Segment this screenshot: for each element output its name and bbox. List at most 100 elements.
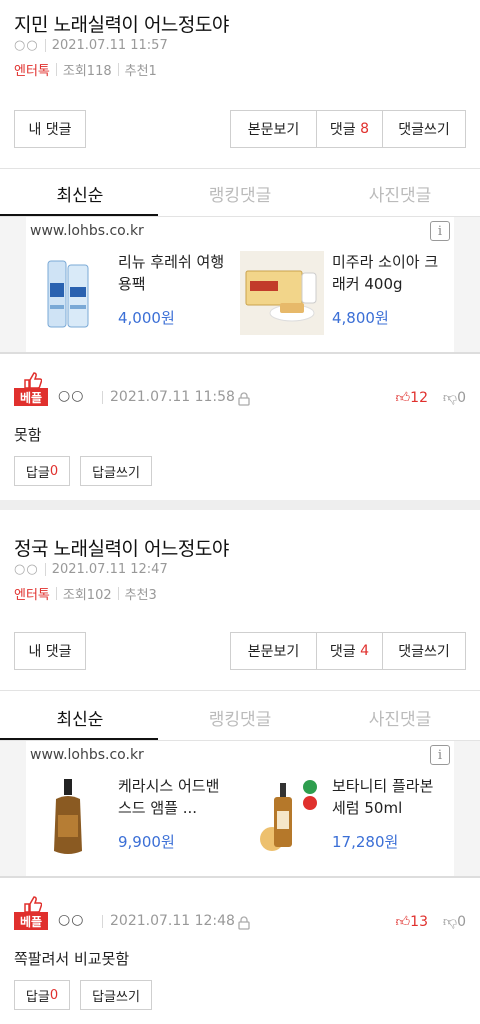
post-views: 조회118 — [62, 64, 112, 79]
like-icon: 👍︎ — [395, 390, 411, 406]
comments-button[interactable]: 댓글 4 — [317, 633, 383, 669]
ad-banner[interactable]: www.lohbs.co.kr i 케라시스 어드밴스드 앰플 ... 9,90… — [26, 741, 454, 877]
post-category[interactable]: 엔터톡 — [14, 584, 50, 603]
dislike-button[interactable]: 👎︎0 — [443, 389, 466, 406]
write-reply-button[interactable]: 답글쓰기 — [80, 456, 152, 486]
product-image[interactable] — [26, 251, 110, 335]
divider — [44, 39, 46, 52]
like-button[interactable]: 👍︎13 — [396, 913, 428, 930]
reply-label: 답글 — [25, 465, 50, 481]
post-date: 2021.07.11 12:47 — [51, 562, 168, 577]
comments-count: 4 — [360, 643, 370, 659]
divider — [0, 876, 480, 878]
write-comment-button[interactable]: 댓글쓰기 — [383, 111, 465, 147]
product-image[interactable] — [240, 775, 324, 859]
divider — [0, 352, 480, 354]
post-title: 정국 노래실력이 어느정도야 — [14, 538, 229, 560]
divider — [117, 63, 119, 76]
divider — [0, 690, 480, 691]
dislike-icon: 👎︎ — [442, 914, 458, 930]
product-name[interactable]: 케라시스 어드밴스드 앰플 ... — [118, 775, 228, 819]
product-name[interactable]: 리뉴 후레쉬 여행용팩 — [118, 251, 228, 295]
reply-label: 답글 — [25, 989, 50, 1005]
comment-text: 못함 — [14, 426, 42, 444]
post-views: 조회102 — [62, 588, 112, 603]
divider — [55, 63, 57, 76]
reply-count: 0 — [49, 987, 59, 1003]
comment-author: ○○ — [58, 912, 85, 928]
best-comment-badge: 베플 — [14, 388, 48, 406]
ad-item[interactable]: 케라시스 어드밴스드 앰플 ... 9,900원 — [26, 775, 236, 867]
product-name[interactable]: 보타니티 플라본 세럼 50ml — [332, 775, 442, 819]
divider — [102, 915, 103, 928]
comment-date: 2021.07.11 12:48 — [110, 913, 235, 929]
post-separator — [0, 500, 480, 510]
ad-info-icon[interactable]: i — [430, 221, 450, 241]
like-count: 12 — [410, 390, 428, 406]
like-count: 13 — [410, 914, 428, 930]
dislike-count: 0 — [457, 914, 466, 930]
tab-ranking[interactable]: 랭킹댓글 — [160, 693, 320, 741]
post-meta: ○○ 2021.07.11 11:57 — [14, 38, 168, 53]
write-reply-button[interactable]: 답글쓰기 — [80, 980, 152, 1010]
comment-actions: 본문보기 댓글 8 댓글쓰기 — [230, 110, 466, 148]
ad-info-icon[interactable]: i — [430, 745, 450, 765]
comment-actions: 본문보기 댓글 4 댓글쓰기 — [230, 632, 466, 670]
comment-sort-tabs: 최신순 랭킹댓글 사진댓글 — [0, 169, 480, 217]
tab-photo[interactable]: 사진댓글 — [320, 169, 480, 217]
dislike-icon: 👎︎ — [442, 390, 458, 406]
dislike-button[interactable]: 👎︎0 — [443, 913, 466, 930]
tab-ranking[interactable]: 랭킹댓글 — [160, 169, 320, 217]
comments-label: 댓글 — [329, 644, 356, 660]
divider — [117, 587, 119, 600]
ad-banner[interactable]: www.lohbs.co.kr i 리뉴 후레쉬 여행용팩 4,000원 미주라… — [26, 217, 454, 353]
ad-item[interactable]: 보타니티 플라본 세럼 50ml 17,280원 — [240, 775, 450, 867]
my-comment-button[interactable]: 내 댓글 — [14, 632, 86, 670]
product-name[interactable]: 미주라 소이아 크래커 400g — [332, 251, 442, 295]
comment-sort-tabs: 최신순 랭킹댓글 사진댓글 — [0, 693, 480, 741]
product-image[interactable] — [26, 775, 110, 859]
post-meta: ○○ 2021.07.11 12:47 — [14, 562, 168, 577]
lock-icon[interactable] — [238, 391, 250, 406]
product-price: 4,800원 — [332, 309, 389, 327]
product-image[interactable] — [240, 251, 324, 335]
product-price: 9,900원 — [118, 833, 175, 851]
comments-count: 8 — [360, 121, 370, 137]
write-comment-button[interactable]: 댓글쓰기 — [383, 633, 465, 669]
lock-icon[interactable] — [238, 915, 250, 930]
comments-label: 댓글 — [329, 122, 356, 138]
product-price: 17,280원 — [332, 833, 399, 851]
tab-photo[interactable]: 사진댓글 — [320, 693, 480, 741]
divider — [55, 587, 57, 600]
post-recommend: 추천1 — [124, 64, 157, 79]
ad-url[interactable]: www.lohbs.co.kr — [30, 747, 144, 763]
divider — [102, 391, 103, 404]
ad-item[interactable]: 리뉴 후레쉬 여행용팩 4,000원 — [26, 251, 236, 343]
reply-button[interactable]: 답글 0 — [14, 980, 70, 1010]
my-comment-button[interactable]: 내 댓글 — [14, 110, 86, 148]
post-author: ○○ — [14, 38, 39, 53]
ad-item[interactable]: 미주라 소이아 크래커 400g 4,800원 — [240, 251, 450, 343]
post-author: ○○ — [14, 562, 39, 577]
reply-button[interactable]: 답글 0 — [14, 456, 70, 486]
post-stats: 엔터톡 조회102 추천3 — [14, 584, 157, 603]
view-body-button[interactable]: 본문보기 — [231, 111, 317, 147]
product-price: 4,000원 — [118, 309, 175, 327]
post-stats: 엔터톡 조회118 추천1 — [14, 60, 157, 79]
comment-author: ○○ — [58, 388, 85, 404]
divider — [44, 563, 46, 576]
tab-latest[interactable]: 최신순 — [0, 169, 160, 217]
post-recommend: 추천3 — [124, 588, 157, 603]
best-comment-badge: 베플 — [14, 912, 48, 930]
ad-url[interactable]: www.lohbs.co.kr — [30, 223, 144, 239]
reply-count: 0 — [49, 463, 59, 479]
post-category[interactable]: 엔터톡 — [14, 60, 50, 79]
like-icon: 👍︎ — [395, 914, 411, 930]
comments-button[interactable]: 댓글 8 — [317, 111, 383, 147]
post-date: 2021.07.11 11:57 — [51, 38, 168, 53]
like-button[interactable]: 👍︎12 — [396, 389, 428, 406]
comment-date: 2021.07.11 11:58 — [110, 389, 235, 405]
view-body-button[interactable]: 본문보기 — [231, 633, 317, 669]
tab-latest[interactable]: 최신순 — [0, 693, 160, 741]
comment-text: 쪽팔려서 비교못함 — [14, 950, 130, 968]
